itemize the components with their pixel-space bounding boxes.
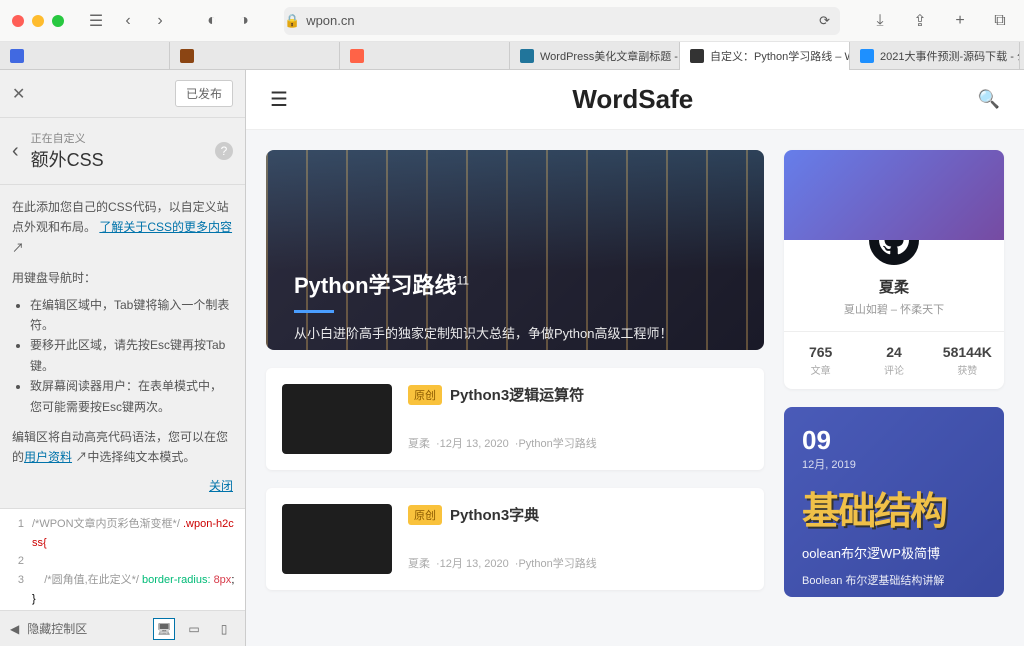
post-meta: 夏柔·12月 13, 2020·Python学习路线 xyxy=(408,555,748,571)
profile-stat: 58144K获赞 xyxy=(931,332,1004,389)
browser-tab[interactable]: 开篇词 | 作为程序员，为什么你... xyxy=(1020,42,1024,70)
hero-title: Python学习路线11 xyxy=(294,268,736,300)
site-preview: ☰ WordSafe 🔍 Python学习路线11 从小白进阶高手的独家定制知识… xyxy=(246,70,1024,646)
browser-tab[interactable]: WordPress美化文章副标题 - Wo... xyxy=(510,42,680,70)
close-panel-button[interactable]: ✕ xyxy=(12,84,25,104)
post-thumbnail xyxy=(282,504,392,574)
minimize-window-button[interactable] xyxy=(32,15,44,27)
post-badge: 原创 xyxy=(408,385,442,405)
share-icon[interactable]: ⇪ xyxy=(908,9,932,33)
back-section-button[interactable]: ‹ xyxy=(12,140,19,163)
section-title: 额外CSS xyxy=(31,146,104,172)
tabs-overview-icon[interactable]: ⧉ xyxy=(988,9,1012,33)
hero-subtitle: 从小白进阶高手的独家定制知识大总结，争做Python高级工程师！ xyxy=(294,323,736,342)
published-button[interactable]: 已发布 xyxy=(175,80,233,107)
collapse-icon[interactable]: ◀ xyxy=(10,622,19,636)
post-badge: 原创 xyxy=(408,505,442,525)
css-editor[interactable]: 1/*WPON文章内页彩色渐变框*/ .wpon-h2css{23 /*圆角值,… xyxy=(0,508,245,610)
search-icon[interactable]: 🔍 xyxy=(978,89,1000,110)
menu-icon[interactable]: ☰ xyxy=(270,87,288,112)
section-description: 在此添加您自己的CSS代码，以自定义站点外观和布局。 了解关于CSS的更多内容 … xyxy=(0,185,245,508)
post-card[interactable]: 原创 Python3字典 夏柔·12月 13, 2020·Python学习路线 xyxy=(266,488,764,590)
post-title: Python3字典 xyxy=(450,504,539,525)
download-icon[interactable]: ⤓ xyxy=(868,9,892,33)
featured-card[interactable]: 09 12月, 2019 基础结构 oolean布尔逻WP极简博 Boolean… xyxy=(784,407,1004,597)
browser-tab[interactable] xyxy=(170,42,340,70)
new-tab-icon[interactable]: + xyxy=(948,9,972,33)
forward-nav-icon[interactable]: › xyxy=(148,9,172,33)
desktop-preview-icon[interactable]: 🖥 xyxy=(153,618,175,640)
reload-icon[interactable]: ⟳ xyxy=(819,13,830,29)
address-bar[interactable]: 🔒 wpon.cn ⟳ xyxy=(284,7,840,35)
user-profile-link[interactable]: 用户资料 xyxy=(24,450,72,464)
hero-banner[interactable]: Python学习路线11 从小白进阶高手的独家定制知识大总结，争做Python高… xyxy=(266,150,764,350)
close-window-button[interactable] xyxy=(12,15,24,27)
hide-controls-label[interactable]: 隐藏控制区 xyxy=(27,620,87,637)
post-meta: 夏柔·12月 13, 2020·Python学习路线 xyxy=(408,435,748,451)
browser-tab[interactable] xyxy=(340,42,510,70)
url-text: wpon.cn xyxy=(306,13,354,28)
close-help-link[interactable]: 关闭 xyxy=(209,479,233,493)
post-card[interactable]: 原创 Python3逻辑运算符 夏柔·12月 13, 2020·Python学习路… xyxy=(266,368,764,470)
shield-icon[interactable]: ◑ xyxy=(232,9,256,33)
mobile-preview-icon[interactable]: ▯ xyxy=(213,618,235,640)
tablet-preview-icon[interactable]: ▭ xyxy=(183,618,205,640)
extension-icon[interactable]: ◐ xyxy=(200,9,224,33)
window-controls xyxy=(12,15,64,27)
site-logo[interactable]: WordSafe xyxy=(288,84,978,115)
profile-stat: 24评论 xyxy=(857,332,930,389)
profile-cover xyxy=(784,150,1004,240)
lock-icon: 🔒 xyxy=(284,13,300,29)
profile-stat: 765文章 xyxy=(784,332,857,389)
profile-desc: 夏山如碧 – 怀柔天下 xyxy=(784,301,1004,317)
keyboard-tip: 要移开此区域，请先按Esc键再按Tab键。 xyxy=(30,335,233,376)
sidebar-toggle-icon[interactable]: ☰ xyxy=(84,9,108,33)
customizing-label: 正在自定义 xyxy=(31,130,104,146)
profile-name: 夏柔 xyxy=(784,276,1004,297)
keyboard-tip: 致屏幕阅读器用户：在表单模式中，您可能需要按Esc键两次。 xyxy=(30,376,233,417)
browser-tab[interactable]: 2021大事件预测-源码下载 - 公... xyxy=(850,42,1020,70)
keyboard-tip: 在编辑区域中，Tab键将输入一个制表符。 xyxy=(30,295,233,336)
customizer-panel: ✕ 已发布 ‹ 正在自定义 额外CSS ? 在此添加您自己的CSS代码，以自定义… xyxy=(0,70,246,646)
profile-card: 夏柔 夏山如碧 – 怀柔天下 765文章24评论58144K获赞 xyxy=(784,150,1004,389)
css-learn-link[interactable]: 了解关于CSS的更多内容 xyxy=(99,220,232,234)
tab-strip: WordPress美化文章副标题 - Wo...自定义：Python学习路线 –… xyxy=(0,42,1024,70)
post-title: Python3逻辑运算符 xyxy=(450,384,584,405)
browser-titlebar: ☰ ‹ › ◐ ◑ 🔒 wpon.cn ⟳ ⤓ ⇪ + ⧉ xyxy=(0,0,1024,42)
browser-tab[interactable]: 自定义：Python学习路线 – Wor... xyxy=(680,42,850,70)
back-nav-icon[interactable]: ‹ xyxy=(116,9,140,33)
post-thumbnail xyxy=(282,384,392,454)
browser-tab[interactable] xyxy=(0,42,170,70)
help-icon[interactable]: ? xyxy=(215,142,233,160)
maximize-window-button[interactable] xyxy=(52,15,64,27)
